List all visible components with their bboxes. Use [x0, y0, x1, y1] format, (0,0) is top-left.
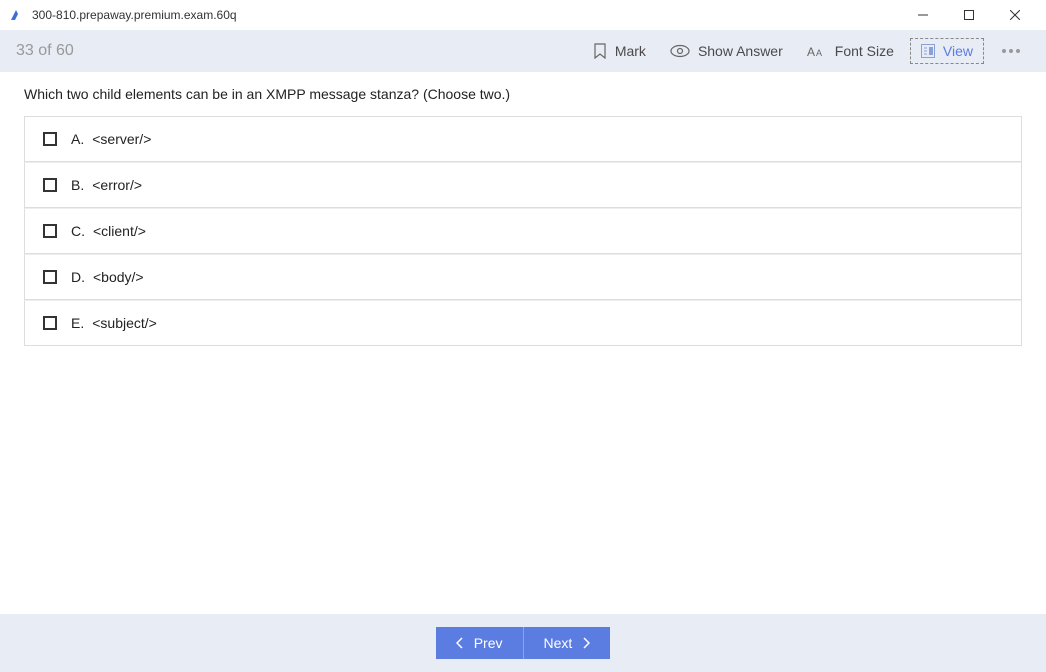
option-e[interactable]: E. <subject/> [24, 300, 1022, 346]
nav-group: Prev Next [436, 627, 611, 659]
footer: Prev Next [0, 614, 1046, 672]
dot-icon [1016, 49, 1020, 53]
checkbox-icon[interactable] [43, 178, 57, 192]
toolbar: 33 of 60 Mark Show Answer AA Font Size V… [0, 30, 1046, 72]
titlebar: 300-810.prepaway.premium.exam.60q [0, 0, 1046, 30]
view-label: View [943, 43, 973, 59]
checkbox-icon[interactable] [43, 316, 57, 330]
prev-label: Prev [474, 635, 503, 651]
question-text: Which two child elements can be in an XM… [24, 86, 1022, 102]
window-controls [900, 0, 1038, 30]
font-size-label: Font Size [835, 43, 894, 59]
progress-indicator: 33 of 60 [16, 42, 74, 60]
show-answer-button[interactable]: Show Answer [658, 37, 795, 65]
app-icon [8, 7, 24, 23]
option-text: <subject/> [92, 315, 157, 331]
chevron-left-icon [456, 637, 464, 649]
options-list: A. <server/> B. <error/> C. <client/> D.… [24, 116, 1022, 346]
option-d[interactable]: D. <body/> [24, 254, 1022, 300]
mark-button[interactable]: Mark [581, 37, 658, 65]
content-area: Which two child elements can be in an XM… [0, 72, 1046, 614]
svg-text:A: A [816, 48, 822, 58]
eye-icon [670, 44, 690, 58]
option-letter: B. [71, 177, 84, 193]
option-text: <client/> [93, 223, 146, 239]
next-button[interactable]: Next [524, 627, 611, 659]
more-button[interactable] [984, 49, 1030, 53]
maximize-button[interactable] [946, 0, 992, 30]
view-button[interactable]: View [910, 38, 984, 64]
dot-icon [1002, 49, 1006, 53]
checkbox-icon[interactable] [43, 224, 57, 238]
option-text: <body/> [93, 269, 144, 285]
close-button[interactable] [992, 0, 1038, 30]
mark-label: Mark [615, 43, 646, 59]
option-letter: C. [71, 223, 85, 239]
svg-text:A: A [807, 45, 815, 58]
option-b[interactable]: B. <error/> [24, 162, 1022, 208]
option-letter: E. [71, 315, 84, 331]
view-icon [921, 44, 935, 58]
option-text: <server/> [92, 131, 151, 147]
chevron-right-icon [582, 637, 590, 649]
bookmark-icon [593, 43, 607, 59]
window-title: 300-810.prepaway.premium.exam.60q [32, 8, 900, 22]
option-text: <error/> [92, 177, 142, 193]
option-c[interactable]: C. <client/> [24, 208, 1022, 254]
option-a[interactable]: A. <server/> [24, 116, 1022, 162]
next-label: Next [544, 635, 573, 651]
checkbox-icon[interactable] [43, 270, 57, 284]
font-size-button[interactable]: AA Font Size [795, 37, 906, 65]
dot-icon [1009, 49, 1013, 53]
option-letter: D. [71, 269, 85, 285]
checkbox-icon[interactable] [43, 132, 57, 146]
show-answer-label: Show Answer [698, 43, 783, 59]
prev-button[interactable]: Prev [436, 627, 524, 659]
minimize-button[interactable] [900, 0, 946, 30]
font-size-icon: AA [807, 44, 827, 58]
option-letter: A. [71, 131, 84, 147]
